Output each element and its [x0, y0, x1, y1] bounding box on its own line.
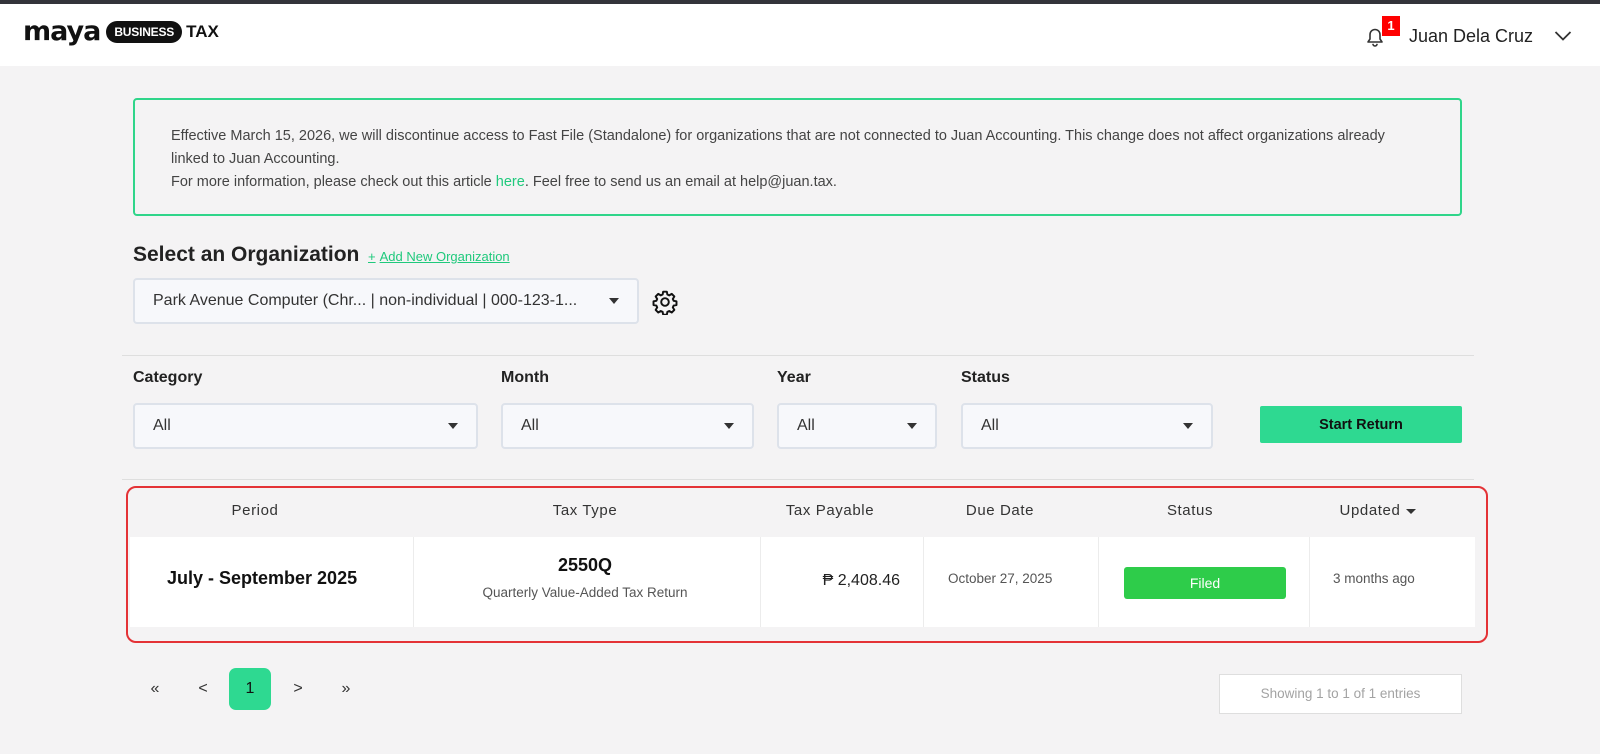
logo-word: maya: [23, 16, 101, 47]
sort-caret-icon: [1406, 508, 1417, 514]
maya-business-tax-logo[interactable]: maya BUSINESS TAX: [23, 18, 219, 46]
pagination-previous[interactable]: <: [188, 668, 218, 710]
entries-summary: Showing 1 to 1 of 1 entries: [1219, 674, 1462, 714]
select-organization-title: Select an Organization: [133, 243, 360, 266]
status-select[interactable]: All: [961, 403, 1213, 449]
month-selected-value: All: [521, 417, 539, 434]
add-organization-label: Add New Organization: [379, 249, 510, 264]
pagination-page-1[interactable]: 1: [229, 668, 271, 710]
notification-badge: 1: [1382, 16, 1400, 36]
section-divider: [122, 479, 1474, 480]
chevron-down-icon[interactable]: [1554, 30, 1572, 42]
plus-icon: +: [368, 249, 376, 264]
notifications-button[interactable]: 1: [1364, 16, 1400, 52]
notice-prefix: For more information, please check out t…: [171, 174, 496, 190]
gear-icon[interactable]: [652, 289, 678, 315]
category-selected-value: All: [153, 417, 171, 434]
caret-down-icon: [724, 423, 734, 429]
category-select[interactable]: All: [133, 403, 478, 449]
pagination-first[interactable]: «: [140, 668, 170, 710]
cell-divider: [1098, 537, 1099, 627]
start-return-button[interactable]: Start Return: [1260, 406, 1462, 443]
cell-divider: [1309, 537, 1310, 627]
year-selected-value: All: [797, 417, 815, 434]
column-header-period: Period: [231, 502, 279, 519]
status-badge: Filed: [1124, 567, 1286, 599]
app-header: maya BUSINESS TAX 1 Juan Dela Cruz: [0, 4, 1600, 66]
caret-down-icon: [1183, 423, 1193, 429]
column-header-tax-payable: Tax Payable: [785, 502, 875, 519]
column-header-updated[interactable]: Updated: [1328, 502, 1428, 519]
month-select[interactable]: All: [501, 403, 754, 449]
cell-divider: [923, 537, 924, 627]
caret-down-icon: [448, 423, 458, 429]
row-tax-code: 2550Q: [557, 555, 613, 575]
month-filter-label: Month: [501, 369, 549, 386]
user-menu-name[interactable]: Juan Dela Cruz: [1409, 26, 1533, 47]
pagination-last[interactable]: »: [331, 668, 361, 710]
notice-article-link[interactable]: here: [496, 174, 525, 190]
row-updated: 3 months ago: [1333, 571, 1415, 586]
status-selected-value: All: [981, 417, 999, 434]
category-filter-label: Category: [133, 369, 203, 386]
caret-down-icon: [609, 298, 619, 304]
column-header-status: Status: [1166, 502, 1214, 519]
organization-select[interactable]: Park Avenue Computer (Chr... | non-indiv…: [133, 278, 639, 324]
discontinuation-notice: Effective March 15, 2026, we will discon…: [133, 98, 1462, 216]
cell-divider: [413, 537, 414, 627]
column-header-due-date: Due Date: [965, 502, 1035, 519]
notice-line-2: For more information, please check out t…: [171, 171, 1424, 194]
status-filter-label: Status: [961, 369, 1010, 386]
notice-line-1: Effective March 15, 2026, we will discon…: [171, 128, 1385, 167]
row-due-date: October 27, 2025: [948, 571, 1053, 586]
row-tax-description: Quarterly Value-Added Tax Return: [482, 585, 688, 600]
pagination-next[interactable]: >: [283, 668, 313, 710]
year-filter-label: Year: [777, 369, 811, 386]
logo-pill: BUSINESS: [106, 21, 183, 43]
add-new-organization-link[interactable]: + Add New Organization: [368, 249, 510, 264]
row-tax-payable: ₱ 2,408.46: [822, 572, 900, 589]
year-select[interactable]: All: [777, 403, 937, 449]
updated-header-label: Updated: [1339, 502, 1401, 519]
row-period[interactable]: July - September 2025: [167, 568, 357, 589]
caret-down-icon: [907, 423, 917, 429]
section-divider: [122, 355, 1474, 356]
logo-suffix: TAX: [186, 22, 219, 41]
organization-selected-value: Park Avenue Computer (Chr... | non-indiv…: [153, 292, 578, 309]
column-header-tax-type: Tax Type: [552, 502, 618, 519]
notice-suffix: . Feel free to send us an email at help@…: [524, 174, 837, 190]
